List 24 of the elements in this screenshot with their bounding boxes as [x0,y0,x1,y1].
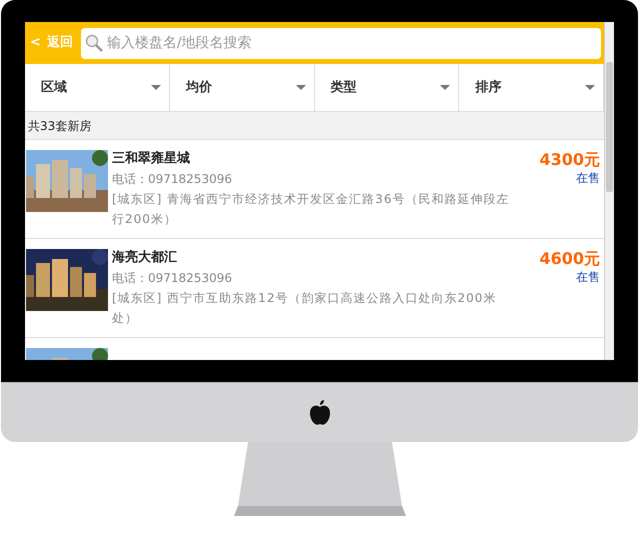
phone-number: 电话：09718253096 [112,270,233,287]
result-count: 共33套新房 [28,118,92,134]
caret-icon [296,85,306,90]
listing-name: 海亮大都汇 [112,249,178,267]
address-text: [城东区] 青海省西宁市经济技术开发区金汇路36号（民和路延伸段左行200米） [112,191,510,228]
caret-icon [150,85,161,90]
price-text: 4600元 [539,249,600,269]
search-field[interactable]: 输入楼盘名/地段名搜索 [80,28,601,58]
price-text: 4300元 [539,150,600,170]
status-text: 在售 [576,269,600,285]
caret-icon [585,85,595,90]
listing-item[interactable]: 海亮大都汇 电话：09718253096 [城东区] 西宁市互助东路12号（韵家口高速公路入口处向东200米处） 4600元 在售 [25,239,604,338]
search-field[interactable]: 输入楼盘名/地段名搜索 [106,32,597,54]
search-icon [84,34,103,52]
filter-dropdown[interactable]: 区域 [25,64,170,111]
caret-icon [440,85,450,90]
listing-name: 三和翠雍星城 [112,150,191,168]
address-text: [城东区] 西宁市互助东路12号（韵家口高速公路入口处向东200米处） [112,290,498,327]
filter-dropdown[interactable]: 均价 [170,64,314,111]
phone-number: 电话：09718253096 [112,171,233,188]
filter-dropdown[interactable]: 类型 [314,64,460,111]
status-text: 在售 [576,170,600,186]
listing-item[interactable]: 三和翠雍星城 电话：09718253096 [城东区] 青海省西宁市经济技术开发区金汇路36号（民和路延伸段左行200米） 4300元 在售 [25,140,604,239]
logo-icon [308,398,332,426]
